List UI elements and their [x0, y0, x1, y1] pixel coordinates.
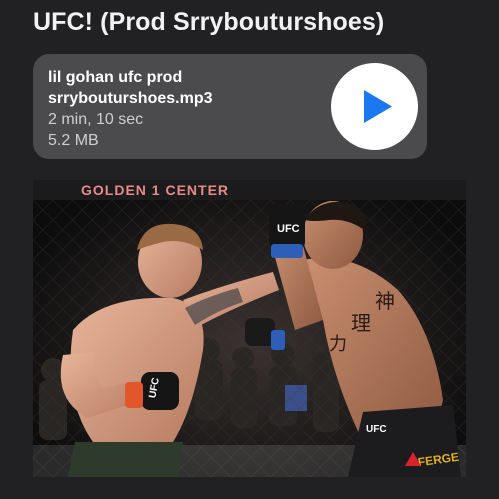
post-title: UFC! (Prod Srrybouturshoes) — [33, 8, 385, 36]
fight-photo: GOLDEN 1 CENTER UFC UFC 神 理 力 UFC FERGE — [33, 180, 466, 477]
audio-duration: 2 min, 10 sec — [48, 111, 144, 128]
play-button[interactable] — [331, 63, 418, 150]
tattoo-char-3: 力 — [329, 334, 347, 355]
fight-photo-illustration: GOLDEN 1 CENTER UFC UFC 神 理 力 UFC FERGE — [33, 180, 466, 477]
play-icon — [364, 90, 392, 123]
tattoo-char-1: 神 — [375, 289, 395, 313]
post: UFC! (Prod Srrybouturshoes) lil gohan uf… — [0, 0, 499, 499]
audio-attachment[interactable]: lil gohan ufc prod srrybouturshoes.mp3 2… — [33, 54, 427, 159]
audio-size: 5.2 MB — [48, 132, 99, 149]
shorts-brand: UFC — [366, 424, 387, 435]
tattoo-char-2: 理 — [351, 311, 371, 335]
audio-filename: lil gohan ufc prod srrybouturshoes.mp3 — [48, 69, 213, 107]
glove-brand-right: UFC — [277, 223, 300, 235]
arena-banner-text: GOLDEN 1 CENTER — [81, 182, 229, 198]
